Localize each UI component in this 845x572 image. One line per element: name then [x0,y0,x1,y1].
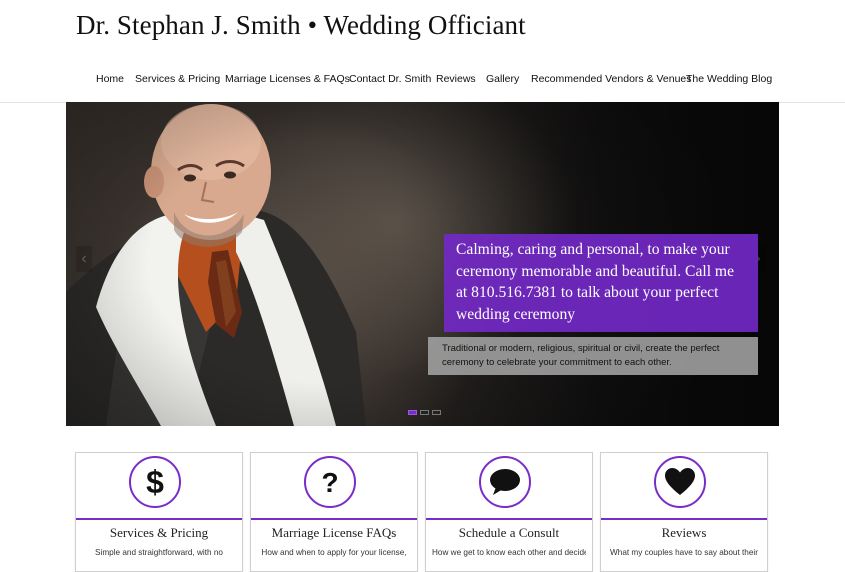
card-description: How and when to apply for your license, [261,548,407,557]
card-reviews[interactable]: Reviews What my couples have to say abou… [600,452,768,572]
site-title[interactable]: Dr. Stephan J. Smith • Wedding Officiant [76,10,526,41]
card-description: How we get to know each other and decide [432,548,586,557]
card-description: What my couples have to say about their [610,548,758,557]
hero-slider[interactable]: ‹ › Calming, caring and personal, to mak… [66,102,779,426]
slider-dot-3[interactable] [432,410,441,415]
card-icon-circle [654,456,706,508]
card-accent-line [251,518,417,520]
chat-bubble-icon [490,469,520,495]
card-services-pricing[interactable]: $ Services & Pricing Simple and straight… [75,452,243,572]
slider-prev-arrow[interactable]: ‹ [76,246,92,272]
nav-gallery[interactable]: Gallery [486,73,519,85]
nav-home[interactable]: Home [96,73,124,85]
card-description: Simple and straightforward, with no [95,548,223,557]
nav-vendors-venues[interactable]: Recommended Vendors & Venues [531,73,692,85]
card-title: Marriage License FAQs [271,525,397,540]
card-title: Services & Pricing [109,525,209,540]
card-marriage-license-faqs[interactable]: ? Marriage License FAQs How and when to … [250,452,418,572]
slider-dot-1[interactable] [408,410,417,415]
slide-subtext: Traditional or modern, religious, spirit… [442,343,720,368]
card-icon-circle [479,456,531,508]
nav-wedding-blog[interactable]: The Wedding Blog [686,73,772,85]
slider-dot-2[interactable] [420,410,429,415]
card-icon-circle: $ [129,456,181,508]
slide-headline-box: Calming, caring and personal, to make yo… [444,234,758,332]
svg-text:?: ? [321,467,338,498]
slide-subtext-box: Traditional or modern, religious, spirit… [428,337,758,375]
nav-services-pricing[interactable]: Services & Pricing [135,73,220,85]
nav-contact[interactable]: Contact Dr. Smith [349,73,431,85]
card-title: Reviews [661,525,707,540]
card-schedule-consult[interactable]: Schedule a Consult How we get to know ea… [425,452,593,572]
svg-text:$: $ [146,465,164,499]
question-icon: ? [321,467,338,498]
heart-icon [665,468,695,495]
dollar-icon: $ [146,465,164,499]
card-accent-line [601,518,767,520]
card-accent-line [76,518,242,520]
nav-reviews[interactable]: Reviews [436,73,476,85]
card-accent-line [426,518,592,520]
main-nav: Home Services & Pricing Marriage License… [0,73,845,89]
nav-marriage-licenses[interactable]: Marriage Licenses & FAQs [225,73,350,85]
card-title: Schedule a Consult [458,525,560,540]
card-icon-circle: ? [304,456,356,508]
slide-headline: Calming, caring and personal, to make yo… [456,241,734,323]
